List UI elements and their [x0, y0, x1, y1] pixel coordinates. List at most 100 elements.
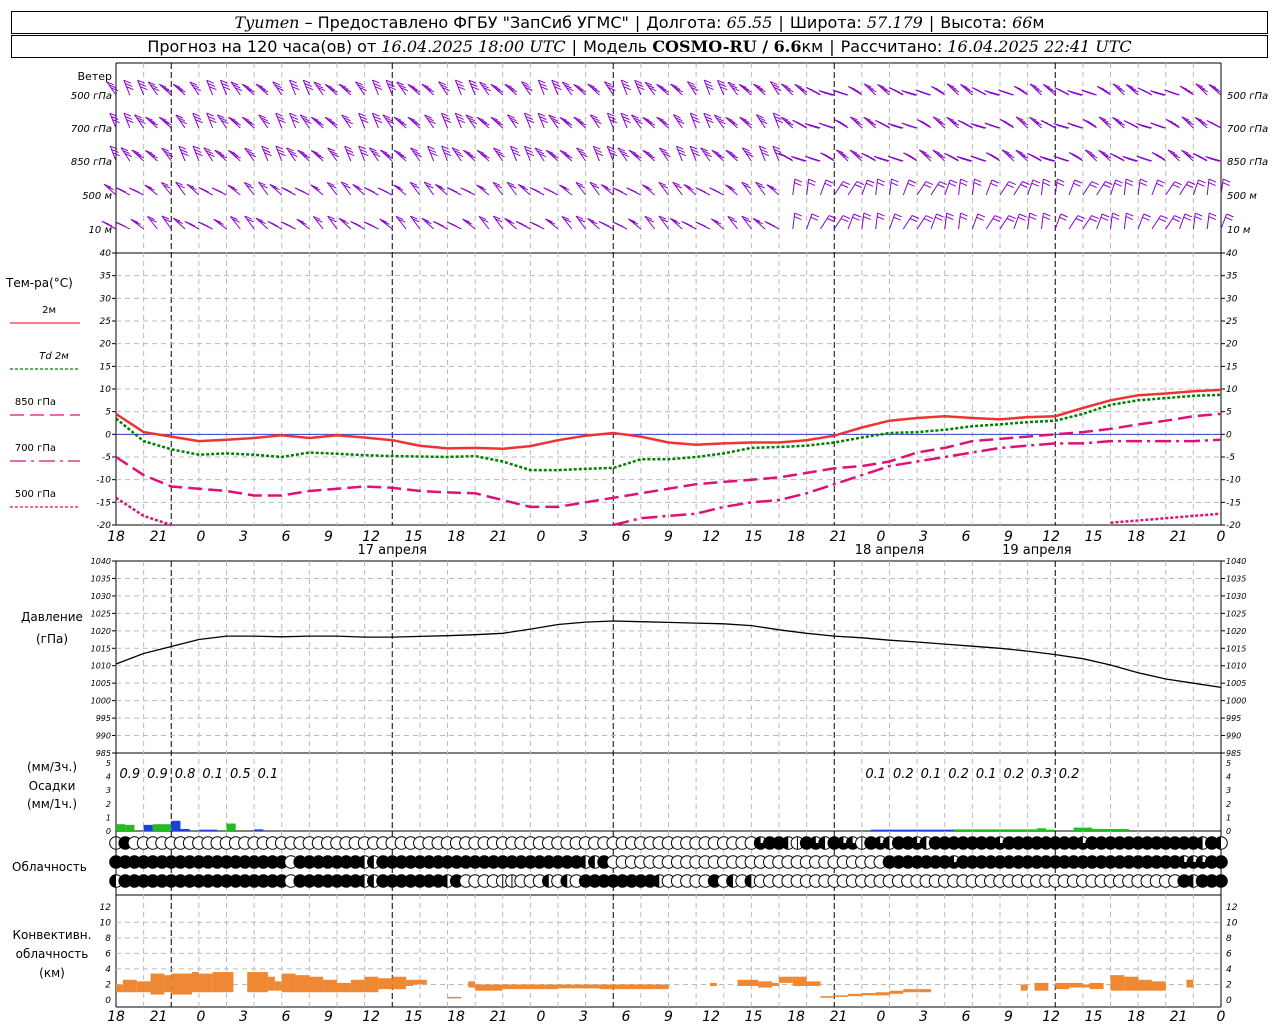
conv-bar-29	[530, 984, 545, 990]
hour-tick-lower-10: 0	[537, 1009, 546, 1024]
conv-bar-38	[654, 984, 669, 990]
wind-flag-4-195-1	[1017, 216, 1026, 221]
wind-flag-3-201-1	[1042, 182, 1051, 187]
hour-tick-upper-4: 6	[282, 529, 291, 545]
conv-bar-23	[447, 996, 462, 999]
wind-flag-3-195-1	[1020, 184, 1028, 188]
wind-barb-4-201	[1040, 213, 1044, 230]
wind-flag-3-225-1	[1156, 182, 1164, 187]
hour-tick-upper-5: 9	[324, 529, 333, 545]
wind-flag-3-219-0	[1125, 178, 1134, 183]
precip-ylabel: (мм/3ч.)	[27, 760, 77, 774]
wind-barb-3-36	[269, 184, 283, 196]
wind-barb-4-207	[1068, 215, 1079, 230]
hour-tick-upper-14: 12	[702, 529, 720, 545]
precip-bar-1	[125, 824, 135, 831]
wind-flag-3-57-1	[367, 188, 375, 193]
wind-flag-3-174-1	[923, 184, 932, 189]
wind-flag-3-96-1	[546, 188, 554, 193]
wind-barb-4-24	[213, 218, 227, 230]
wind-flag-3-234-0	[1198, 179, 1206, 184]
wind-flag-4-180-0	[946, 212, 954, 217]
wind-flag-4-198-1	[1029, 216, 1037, 221]
precip-3h-label-1: 0.9	[147, 767, 168, 782]
conv-bar-39	[709, 982, 717, 987]
wind-barb-3-195	[1013, 181, 1023, 196]
wind-barb-4-105	[587, 218, 600, 230]
precip-ytick-right-0: 5	[1226, 759, 1231, 768]
wind-flag-4-204-0	[1060, 213, 1068, 218]
wind-flag-4-3-1	[118, 223, 126, 228]
hour-tick-lower-14: 12	[702, 1009, 720, 1024]
pres-ytick-right-8: 1000	[1226, 697, 1246, 706]
wind-flag-4-204-1	[1059, 216, 1067, 221]
temp-legend-label-0: 2м	[42, 305, 56, 316]
wind-flag-3-231-1	[1186, 184, 1194, 188]
hour-tick-lower-7: 15	[405, 1009, 423, 1024]
precip-ytick-left-2: 3	[106, 786, 111, 795]
hour-tick-lower-2: 0	[197, 1009, 206, 1024]
wind-flag-3-153-0	[825, 179, 834, 184]
hour-tick-lower-8: 18	[447, 1009, 465, 1024]
wind-flag-4-240-0	[1226, 213, 1234, 218]
wind-flag-3-177-0	[939, 181, 947, 186]
wind-flag-2-183-2	[950, 156, 958, 161]
pres-ytick-right-3: 1025	[1226, 609, 1246, 618]
precip-3h-label-12: 0.3	[1031, 767, 1052, 782]
wind-barb-3-126	[683, 184, 697, 196]
wind-flag-4-156-0	[842, 215, 851, 220]
wind-flag-3-228-1	[1172, 184, 1180, 189]
pres-ytick-left-11: 985	[96, 749, 111, 758]
wind-barb-3-210	[1082, 181, 1093, 196]
wind-flag-3-147-0	[794, 178, 802, 183]
wind-barb-3-159	[847, 181, 858, 196]
conv-bar-49	[861, 993, 876, 996]
wind-flag-1-150-2	[798, 123, 806, 128]
temp-ytick-right-5: 15	[1226, 362, 1238, 372]
wind-barb-3-162	[861, 179, 868, 196]
wind-flag-0-195-2	[1005, 91, 1013, 96]
conv-bar-48	[848, 993, 862, 997]
pres-ytick-left-0: 1040	[91, 557, 111, 566]
wind-flag-4-171-0	[911, 215, 920, 219]
conv-bar-40	[737, 979, 759, 987]
wind-flag-3-93-1	[532, 188, 541, 193]
wind-barb-3-207	[1068, 179, 1076, 196]
wind-flag-3-162-0	[867, 179, 875, 184]
wind-barb-4-210	[1082, 215, 1093, 230]
precip-3h-label-5: 0.1	[258, 767, 279, 782]
wind-barb-3-54	[352, 184, 365, 196]
wind-flag-3-114-1	[629, 188, 637, 193]
day-label-2: 19 апреля	[1002, 543, 1072, 558]
wind-barb-3-234	[1192, 179, 1199, 196]
wind-flag-3-213-0	[1105, 181, 1113, 185]
wind-flag-4-183-0	[960, 212, 968, 217]
wind-flag-4-234-0	[1195, 212, 1203, 217]
conv-ytick-right-1: 10	[1226, 918, 1238, 928]
wind-flag-3-186-0	[974, 178, 982, 183]
temp-ytick-right-11: -15	[1226, 498, 1241, 508]
temp-ytick-left-9: -5	[102, 453, 111, 463]
hour-tick-upper-25: 21	[1170, 529, 1188, 545]
conv-ytick-right-0: 12	[1226, 903, 1238, 913]
wind-barb-4-174	[916, 215, 927, 230]
precip-ytick-left-4: 1	[106, 813, 111, 822]
conv-bar-9	[247, 972, 268, 993]
hour-tick-lower-12: 6	[622, 1009, 631, 1024]
pres-ytick-left-1: 1035	[91, 574, 111, 583]
precip-3h-label-13: 0.2	[1059, 767, 1080, 782]
conv-bar-43	[779, 976, 793, 983]
wind-flag-4-162-0	[863, 212, 872, 217]
wind-flag-4-150-1	[810, 216, 818, 221]
conv-bar-37	[640, 984, 655, 990]
wind-flag-4-156-1	[840, 218, 849, 223]
hour-tick-upper-8: 18	[447, 529, 465, 545]
hour-tick-upper-9: 21	[490, 529, 508, 545]
wind-flag-4-153-0	[828, 215, 837, 219]
wind-flag-3-231-0	[1187, 181, 1196, 185]
wind-barb-4-150	[806, 213, 813, 230]
temp-ytick-left-10: -10	[96, 476, 111, 486]
wind-flag-4-153-1	[827, 218, 835, 222]
pres-ytick-left-6: 1010	[91, 662, 111, 671]
conv-bar-56	[1055, 982, 1070, 990]
